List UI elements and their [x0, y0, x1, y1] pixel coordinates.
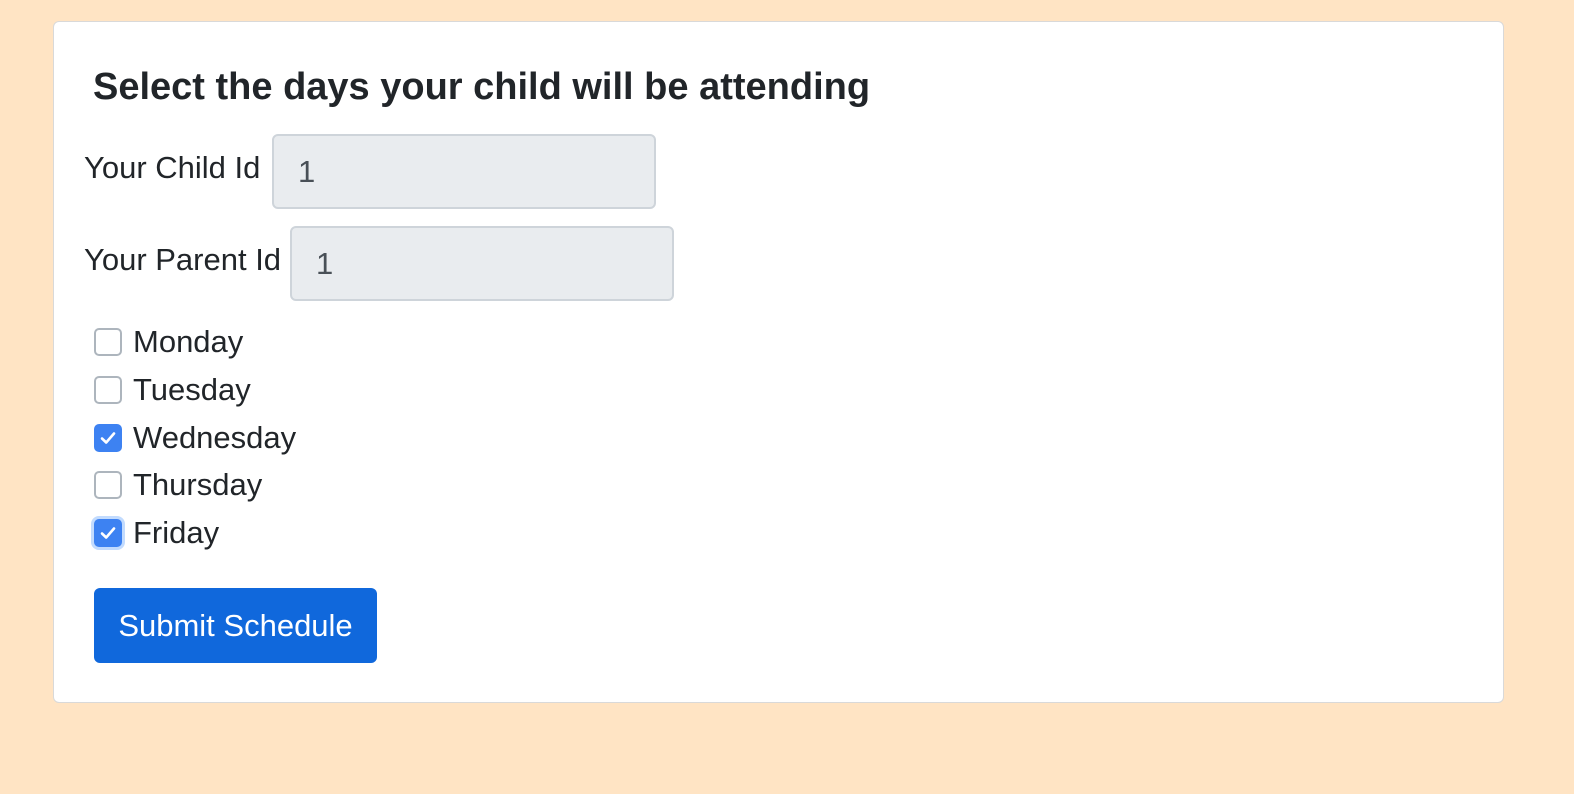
monday-checkbox[interactable]	[94, 328, 122, 356]
day-option-friday[interactable]: Friday	[94, 515, 219, 551]
schedule-card: Select the days your child will be atten…	[53, 21, 1504, 703]
day-option-monday[interactable]: Monday	[94, 324, 243, 360]
wednesday-label: Wednesday	[133, 420, 297, 455]
day-option-tuesday[interactable]: Tuesday	[94, 372, 251, 408]
friday-label: Friday	[133, 515, 220, 550]
submit-schedule-button[interactable]: Submit Schedule	[94, 588, 377, 663]
monday-label: Monday	[133, 324, 244, 359]
parent-id-input[interactable]	[290, 226, 674, 301]
friday-checkbox[interactable]	[94, 519, 122, 547]
wednesday-checkbox[interactable]	[94, 424, 122, 452]
form-title: Select the days your child will be atten…	[93, 66, 871, 108]
checkmark-icon	[100, 432, 116, 444]
child-id-input[interactable]	[272, 134, 656, 209]
day-option-thursday[interactable]: Thursday	[94, 467, 262, 503]
tuesday-checkbox[interactable]	[94, 376, 122, 404]
child-id-label: Your Child Id	[84, 150, 261, 185]
day-option-wednesday[interactable]: Wednesday	[94, 420, 296, 456]
thursday-checkbox[interactable]	[94, 471, 122, 499]
checkmark-icon	[100, 527, 116, 539]
tuesday-label: Tuesday	[133, 372, 251, 407]
thursday-label: Thursday	[133, 467, 263, 502]
parent-id-label: Your Parent Id	[84, 242, 282, 277]
